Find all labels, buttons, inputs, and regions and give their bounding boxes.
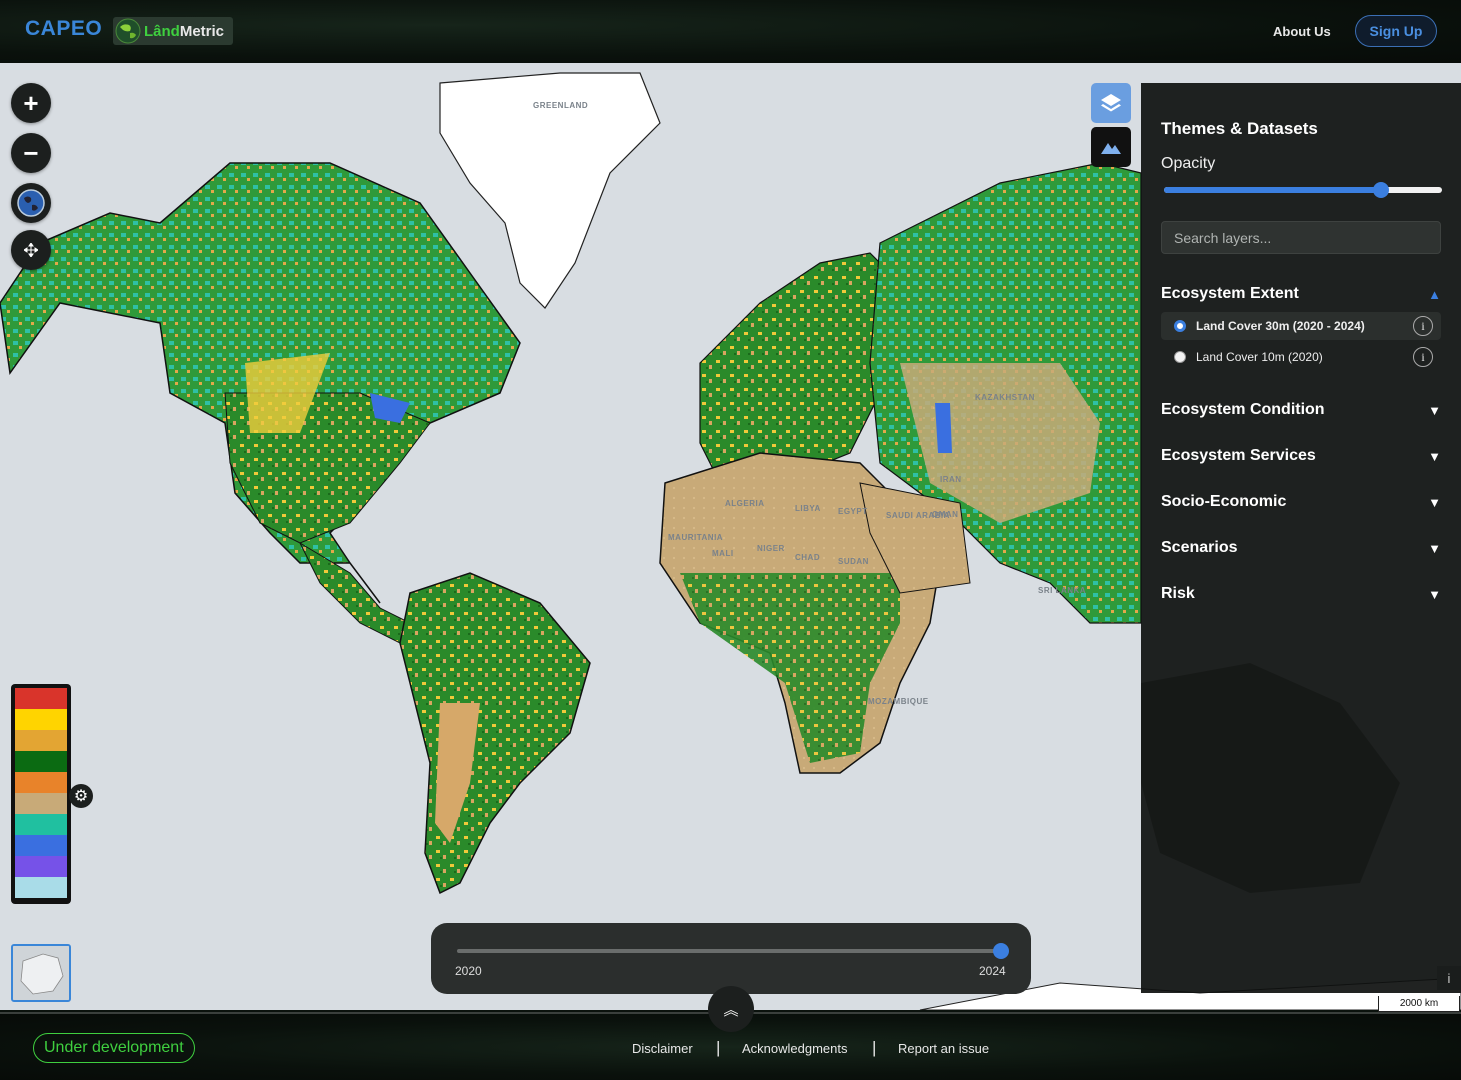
- sign-up-button[interactable]: Sign Up: [1355, 15, 1437, 47]
- time-slider-thumb[interactable]: [993, 943, 1009, 959]
- section-risk[interactable]: Risk ▼: [1161, 582, 1441, 606]
- map-label: NIGER: [757, 544, 785, 553]
- status-badge: Under development: [33, 1033, 195, 1063]
- map-label: EGYPT: [838, 507, 868, 516]
- legend-settings-button[interactable]: ⚙: [69, 784, 93, 808]
- chevron-down-icon: ▼: [1428, 494, 1441, 510]
- zoom-out-button[interactable]: −: [11, 133, 51, 173]
- disclaimer-link[interactable]: Disclaimer: [632, 1041, 693, 1056]
- minimap-thumbnail: [13, 946, 69, 1000]
- chevron-down-icon: ▼: [1428, 540, 1441, 556]
- chevron-down-icon: ▼: [1428, 402, 1441, 418]
- section-title: Socio-Economic: [1161, 493, 1287, 510]
- globe-view-button[interactable]: [11, 183, 51, 223]
- chevron-down-icon: ▼: [1428, 448, 1441, 464]
- legend-swatch: [15, 709, 67, 730]
- acknowledgments-link[interactable]: Acknowledgments: [742, 1041, 848, 1056]
- section-socio-economic[interactable]: Socio-Economic ▼: [1161, 490, 1441, 514]
- search-layers-input[interactable]: [1161, 221, 1441, 254]
- layers-button[interactable]: [1091, 83, 1131, 123]
- section-ecosystem-services[interactable]: Ecosystem Services ▼: [1161, 444, 1441, 468]
- chevron-down-icon: ▼: [1428, 586, 1441, 602]
- map-label: ALGERIA: [725, 499, 765, 508]
- top-navbar: CAPEO LândMetric About Us Sign Up: [0, 0, 1461, 63]
- opacity-slider[interactable]: [1164, 182, 1442, 198]
- zoom-in-button[interactable]: +: [11, 83, 51, 123]
- section-title: Ecosystem Services: [1161, 447, 1316, 464]
- section-title: Scenarios: [1161, 539, 1238, 556]
- map-label: CHAD: [795, 553, 821, 562]
- map-label: MAURITANIA: [668, 533, 724, 542]
- layers-icon: [1101, 94, 1121, 112]
- layer-item-land-cover-10m[interactable]: Land Cover 10m (2020) i: [1161, 343, 1441, 371]
- radio-button-selected[interactable]: [1174, 320, 1186, 332]
- section-title: Risk: [1161, 585, 1195, 602]
- gear-icon: ⚙: [73, 788, 89, 805]
- basemap-button[interactable]: [1091, 127, 1131, 167]
- chevron-up-icon: ▲: [1428, 286, 1441, 302]
- section-ecosystem-condition[interactable]: Ecosystem Condition ▼: [1161, 398, 1441, 422]
- map-label: OMAN: [932, 510, 959, 519]
- brand-name[interactable]: CAPEO: [25, 17, 102, 41]
- legend-swatch: [15, 877, 67, 898]
- legend-swatch: [15, 772, 67, 793]
- legend-swatch: [15, 751, 67, 772]
- legend-swatch: [15, 856, 67, 877]
- radio-button[interactable]: [1174, 351, 1186, 363]
- time-slider-track[interactable]: [457, 949, 1001, 953]
- themes-datasets-panel: Themes & Datasets Opacity Ecosystem Exte…: [1141, 83, 1461, 993]
- landmetric-logo[interactable]: LândMetric: [113, 17, 233, 45]
- map-label: GREENLAND: [533, 101, 589, 110]
- legend-swatch: [15, 814, 67, 835]
- layer-label: Land Cover 30m (2020 - 2024): [1196, 319, 1365, 333]
- chevron-double-up-icon: ︽: [723, 1001, 739, 1019]
- legend-swatch: [15, 730, 67, 751]
- logo-text-metric: Metric: [179, 22, 225, 40]
- info-icon[interactable]: i: [1413, 316, 1433, 336]
- logo-text: LândMetric: [144, 23, 224, 40]
- map-label: KAZAKHSTAN: [975, 393, 1035, 402]
- layer-item-land-cover-30m[interactable]: Land Cover 30m (2020 - 2024) i: [1161, 312, 1441, 340]
- map-label: SUDAN: [838, 557, 869, 566]
- legend-swatch: [15, 835, 67, 856]
- time-start-label: 2020: [455, 964, 482, 978]
- logo-text-land: Lând: [144, 22, 180, 40]
- about-us-link[interactable]: About Us: [1273, 24, 1331, 39]
- map-label: MALI: [712, 549, 734, 558]
- section-ecosystem-extent[interactable]: Ecosystem Extent ▲: [1161, 282, 1441, 306]
- legend-swatch: [15, 793, 67, 814]
- footer-separator: |: [872, 1038, 877, 1057]
- opacity-slider-fill: [1164, 187, 1381, 193]
- map-label: SRI LANKA: [1038, 586, 1087, 595]
- move-icon: [24, 243, 38, 257]
- expand-footer-button[interactable]: ︽: [708, 986, 754, 1032]
- time-slider-panel: 2020 2024: [431, 923, 1031, 994]
- info-icon[interactable]: i: [1413, 347, 1433, 367]
- opacity-label: Opacity: [1161, 155, 1216, 172]
- panel-title: Themes & Datasets: [1161, 119, 1318, 138]
- opacity-slider-thumb[interactable]: [1372, 182, 1389, 198]
- globe-logo-icon: [115, 18, 141, 44]
- section-title: Ecosystem Condition: [1161, 401, 1325, 418]
- time-end-label: 2024: [979, 964, 1006, 978]
- map-label: IRAN: [940, 475, 962, 484]
- pan-button[interactable]: [11, 230, 51, 270]
- overview-minimap[interactable]: [11, 944, 71, 1002]
- attribution-button[interactable]: i: [1437, 966, 1461, 990]
- layer-label: Land Cover 10m (2020): [1196, 350, 1323, 364]
- section-title: Ecosystem Extent: [1161, 285, 1299, 302]
- mountain-icon: [1101, 143, 1121, 154]
- scale-bar: 2000 km: [1378, 996, 1460, 1012]
- map-label: MOZAMBIQUE: [868, 697, 929, 706]
- section-scenarios[interactable]: Scenarios ▼: [1161, 536, 1441, 560]
- land-cover-legend: ⚙: [11, 684, 93, 904]
- map-label: LIBYA: [795, 504, 821, 513]
- globe-icon: [17, 189, 45, 217]
- footer-separator: |: [716, 1038, 721, 1057]
- report-issue-link[interactable]: Report an issue: [898, 1041, 989, 1056]
- legend-swatch: [15, 688, 67, 709]
